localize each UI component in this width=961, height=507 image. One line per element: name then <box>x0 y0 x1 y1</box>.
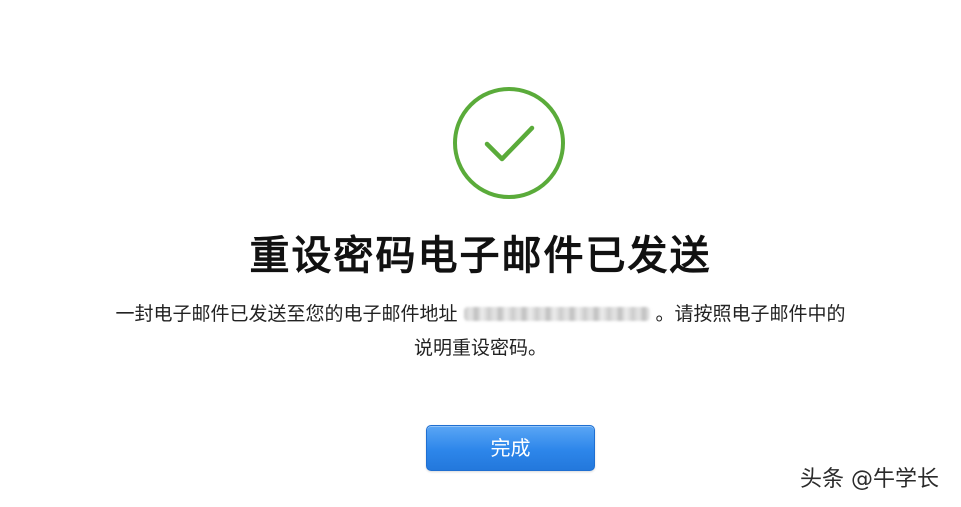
checkmark-circle-icon <box>452 86 566 200</box>
done-button[interactable]: 完成 <box>426 425 595 471</box>
confirmation-message: 一封电子邮件已发送至您的电子邮件地址 。请按照电子邮件中的 说明重设密码。 <box>0 297 961 365</box>
message-line-1: 一封电子邮件已发送至您的电子邮件地址 。请按照电子邮件中的 <box>0 297 961 331</box>
message-line-2: 说明重设密码。 <box>413 337 547 359</box>
message-text-before-email: 一封电子邮件已发送至您的电子邮件地址 <box>115 303 458 325</box>
watermark-text: 头条 @牛学长 <box>800 467 939 492</box>
password-reset-confirmation: 重设密码电子邮件已发送 一封电子邮件已发送至您的电子邮件地址 。请按照电子邮件中的… <box>0 0 961 507</box>
message-text-after-email: 。请按照电子邮件中的 <box>655 303 846 325</box>
redacted-email-address <box>463 307 650 321</box>
page-title: 重设密码电子邮件已发送 <box>249 233 712 279</box>
